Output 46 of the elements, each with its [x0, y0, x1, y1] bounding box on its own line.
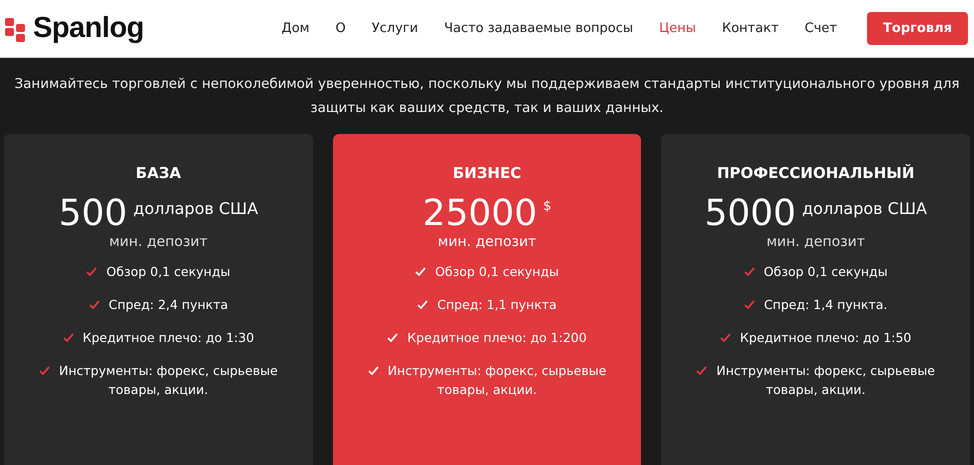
intro-text: Занимайтесь торговлей с непоколебимой уверенностью, поскольку мы поддерживаем стандарты институционального уровня для защиты как ваших средств, так и ваших данных. — [14, 75, 960, 118]
feature-text: Обзор 0,1 секунды — [764, 264, 888, 279]
nav-link[interactable]: Цены — [659, 21, 696, 36]
check-icon — [720, 333, 731, 342]
feature-text: Обзор 0,1 секунды — [435, 264, 559, 279]
plan-title: БИЗНЕС — [452, 164, 522, 182]
price-currency: $ — [543, 199, 552, 214]
price-currency: долларов США — [133, 199, 258, 218]
nav-link[interactable]: Счет — [804, 21, 837, 36]
nav-link[interactable]: О — [335, 21, 346, 36]
feature-text: Кредитное плечо: до 1:50 — [740, 330, 912, 345]
check-icon — [415, 267, 426, 276]
feature-text: Спред: 2,4 пункта — [108, 297, 228, 312]
plan-title: БАЗА — [136, 164, 181, 182]
feature-text: Инструменты: форекс, сырьевые товары, акции. — [59, 363, 278, 397]
deposit-note: мин. депозит — [438, 234, 536, 250]
check-icon — [744, 300, 755, 309]
check-icon — [88, 300, 100, 309]
feature-text: Спред: 1,4 пункта. — [764, 297, 888, 312]
feature-text: Инструменты: форекс, сырьевые товары, акции. — [388, 363, 606, 397]
feature-text: Спред: 1,1 пункта — [437, 297, 557, 312]
price-amount: 5000 — [704, 194, 796, 234]
check-icon — [86, 267, 98, 276]
price-currency: долларов США — [802, 199, 927, 218]
plan-title: ПРОФЕССИОНАЛЬНЫЙ — [716, 164, 914, 182]
feature-text: Кредитное плечо: до 1:30 — [82, 330, 254, 345]
check-icon — [696, 366, 708, 375]
check-icon — [62, 333, 74, 342]
deposit-note: мин. депозит — [766, 234, 865, 250]
nav-link[interactable]: Часто задаваемые вопросы — [444, 21, 634, 36]
nav-link[interactable]: Услуги — [372, 21, 418, 36]
check-icon — [39, 366, 50, 375]
check-icon — [387, 333, 398, 342]
check-icon — [417, 300, 428, 309]
price-amount: 500 — [58, 194, 128, 234]
deposit-note: мин. депозит — [109, 234, 208, 250]
logo-text[interactable]: Spanlog — [33, 12, 144, 45]
check-icon — [744, 267, 755, 276]
check-icon — [368, 366, 379, 375]
trade-button[interactable]: Торговля — [867, 12, 968, 45]
feature-text: Инструменты: форекс, сырьевые товары, акции. — [716, 363, 935, 397]
price-amount: 25000 — [422, 194, 538, 234]
nav-link[interactable]: Контакт — [722, 21, 779, 36]
feature-text: Кредитное плечо: до 1:200 — [407, 330, 587, 345]
nav-link[interactable]: Дом — [282, 21, 310, 36]
feature-text: Обзор 0,1 секунды — [106, 264, 230, 279]
